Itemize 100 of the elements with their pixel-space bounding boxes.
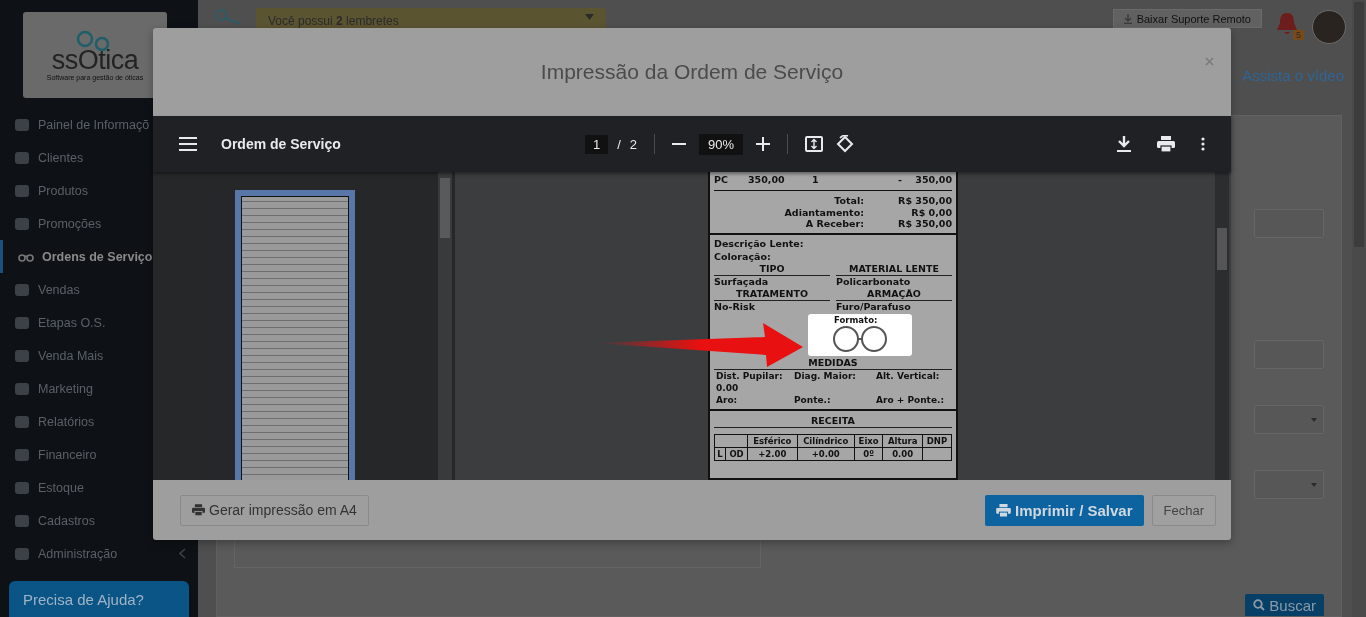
field-label: Dist. Pupilar: <box>716 369 784 382</box>
print-save-button[interactable]: Imprimir / Salvar <box>984 494 1144 526</box>
zoom-field[interactable]: 90% <box>699 133 744 155</box>
document-title: Ordem de Serviço <box>221 136 342 152</box>
scrollbar[interactable] <box>438 172 452 480</box>
section-heading: TRATAMENTO <box>714 287 830 301</box>
field-value: Policarbonato <box>836 275 912 288</box>
caret-icon <box>1311 417 1317 422</box>
dialog-title: Impressão da Ordem de Serviço <box>540 60 844 84</box>
page-count: 2 <box>629 136 638 152</box>
sidebar-item[interactable]: Promoções <box>0 207 198 240</box>
caret-icon <box>585 14 594 20</box>
total-label: Adiantamento: <box>784 206 864 218</box>
glasses-icon <box>831 324 889 353</box>
select-field[interactable] <box>1254 405 1324 434</box>
total-value: R$ 350,00 <box>897 218 952 230</box>
table-cell: OD <box>725 447 748 460</box>
square-icon <box>15 448 29 461</box>
total-value: R$ 0,00 <box>910 206 952 218</box>
zoom-in-icon[interactable] <box>756 137 771 151</box>
section-heading: TIPO <box>714 262 830 276</box>
menu-icon[interactable] <box>179 137 197 151</box>
square-icon <box>15 349 29 362</box>
avatar[interactable] <box>1312 10 1346 44</box>
page-number-field[interactable]: 1 <box>585 134 609 154</box>
total-label: A Receber: <box>805 218 864 230</box>
section-heading: ARMAÇÃO <box>836 287 952 301</box>
square-icon <box>15 184 29 197</box>
print-a4-button[interactable]: Gerar impressão em A4 <box>180 494 369 526</box>
download-icon[interactable] <box>1117 136 1131 152</box>
sidebar-item[interactable]: Vendas <box>0 273 198 306</box>
table-cell-text: 350,00 <box>914 174 952 185</box>
square-icon <box>15 481 29 494</box>
caret-icon <box>1311 482 1317 487</box>
field-label: Alt. Vertical: <box>876 369 941 382</box>
section-heading: RECEITA <box>714 414 952 428</box>
table-cell: 0º <box>854 447 883 460</box>
square-icon <box>15 547 29 560</box>
select-field[interactable] <box>1254 470 1324 499</box>
sidebar-item[interactable]: Etapas O.S. <box>0 306 198 339</box>
table-cell-text: PC <box>714 174 729 185</box>
table-cell: +0.00 <box>797 447 855 460</box>
logo-name: ssOtica <box>51 45 139 74</box>
sidebar-item[interactable]: Clientes <box>0 141 198 174</box>
print-icon <box>995 503 1011 517</box>
table-cell-text: 1 <box>812 174 820 185</box>
field-label: Aro + Ponte.: <box>876 393 945 406</box>
more-icon[interactable] <box>1201 137 1205 151</box>
print-icon <box>192 504 205 516</box>
page-separator: / <box>617 136 621 152</box>
sidebar-item[interactable]: Venda Mais <box>0 339 198 372</box>
field-value: Surfaçada <box>714 275 770 288</box>
help-button[interactable]: Precisa de Ajuda? <box>9 581 189 617</box>
field-label: Diag. Maior: <box>794 369 857 382</box>
square-icon <box>15 217 29 230</box>
table-cell: +2.00 <box>747 447 798 460</box>
format-label: Formato: <box>834 314 878 325</box>
sidebar-item[interactable]: Marketing <box>0 372 198 405</box>
sidebar-item[interactable]: Produtos <box>0 174 198 207</box>
total-label: Total: <box>834 195 864 207</box>
field-label: Coloração: <box>714 249 772 263</box>
sidebar-item[interactable]: Administração <box>0 537 198 570</box>
column-header: Esférico <box>747 434 798 447</box>
close-button[interactable]: Fechar <box>1151 494 1216 526</box>
field-value: Furo/Parafuso <box>836 300 912 313</box>
sidebar-item[interactable]: Relatórios <box>0 405 198 438</box>
field-label: Ponte.: <box>794 393 832 406</box>
section-heading: MATERIAL LENTE <box>836 262 952 276</box>
sidebar-item[interactable]: Painel de Informaçõ <box>0 108 198 141</box>
download-icon <box>1123 13 1132 24</box>
table-cell-text: 350,00 <box>748 174 786 185</box>
square-icon <box>15 415 29 428</box>
column-header: Eixo <box>854 434 883 447</box>
search-button[interactable]: Buscar <box>1245 594 1324 616</box>
scrollbar[interactable] <box>1215 172 1229 480</box>
square-icon <box>15 283 29 296</box>
glasses-icon <box>18 251 34 262</box>
sidebar-item[interactable]: Financeiro <box>0 438 198 471</box>
search-icon <box>1253 599 1266 611</box>
bell-icon[interactable] <box>1276 12 1298 36</box>
table-cell-text: - <box>897 174 902 185</box>
column-header: Altura <box>882 434 923 447</box>
square-icon <box>15 514 29 527</box>
field-value: No-Risk <box>714 300 756 313</box>
remote-support-button[interactable]: Baixar Suporte Remoto <box>1112 9 1262 28</box>
print-icon[interactable] <box>1157 136 1175 152</box>
close-icon[interactable] <box>1205 57 1214 66</box>
notification-badge: 5 <box>1293 30 1304 40</box>
square-icon <box>15 382 29 395</box>
table-cell: L <box>714 447 726 460</box>
fit-page-icon[interactable] <box>805 136 824 152</box>
square-icon <box>15 118 29 131</box>
square-icon <box>15 316 29 329</box>
field-label: Aro: <box>716 393 739 406</box>
table-cell: 0.00 <box>882 447 923 460</box>
column-header: Cilíndrico <box>797 434 855 447</box>
field-value: 0.00 <box>716 381 740 394</box>
rotate-icon[interactable] <box>836 135 855 153</box>
total-value: R$ 350,00 <box>897 195 952 207</box>
page-thumbnail[interactable] <box>235 190 355 480</box>
